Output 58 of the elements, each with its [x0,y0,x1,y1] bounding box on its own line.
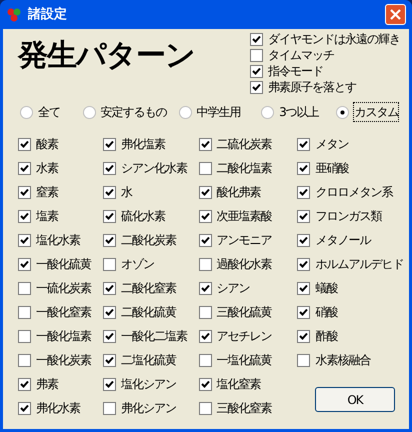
checkbox-label[interactable]: 水素核融合 [315,351,370,369]
checkbox-label[interactable]: 塩化シアン [120,375,176,393]
checkbox-label[interactable]: 弗素 [36,375,58,393]
checkbox-label[interactable]: 二硫化炭素 [216,135,272,153]
checkbox-label[interactable]: メタノール [315,231,370,249]
checkbox-label[interactable]: 酢酸 [315,327,338,345]
checkbox-label[interactable]: シアン化水素 [120,159,187,177]
checkbox-label[interactable]: オゾン [120,255,154,273]
checkbox-label[interactable]: 二酸化硫黄 [120,303,176,321]
checkbox-label[interactable]: 一酸化二塩素 [120,327,187,345]
checkbox-label[interactable]: ダイヤモンドは永遠の輝き [268,30,400,48]
checkbox-label[interactable]: 次亜塩素酸 [216,207,272,225]
heading: 発生パターン [18,37,196,75]
checkbox-label[interactable]: 一酸化硫黄 [36,255,91,273]
checkbox-label[interactable]: 蟻酸 [315,279,338,297]
checkbox-label[interactable]: 弗化水素 [36,399,80,417]
checkbox-label[interactable]: 一塩化硫黄 [216,351,272,369]
radio-label[interactable]: カスタム [354,103,398,121]
checkbox-label[interactable]: 塩素 [36,207,58,225]
checkbox-label[interactable]: 一酸化窒素 [36,303,91,321]
checkbox-label[interactable]: 弗素原子を落とす [268,78,356,96]
radio-label[interactable]: 中学生用 [196,103,241,121]
checkbox-label[interactable]: ホルムアルデヒド [315,255,404,273]
checkbox-label[interactable]: 二酸化塩素 [216,159,272,177]
checkbox-label[interactable]: 酸素 [36,135,58,153]
checkbox-label[interactable]: 弗化塩素 [120,135,165,153]
checkbox-label[interactable]: 塩化水素 [36,231,80,249]
checkbox-label[interactable]: 過酸化水素 [216,255,272,273]
radio-label[interactable]: 3つ以上 [279,103,319,121]
checkbox-label[interactable]: 弗化シアン [120,399,176,417]
checkbox-label[interactable]: 水 [120,183,132,201]
checkbox-label[interactable]: フロンガス類 [315,207,382,225]
checkbox-label[interactable]: アセチレン [216,327,272,345]
radio-label[interactable]: 全て [38,103,60,121]
ok-button[interactable]: OK [315,387,395,412]
radio-label[interactable]: 安定するもの [100,103,167,121]
checkbox-label[interactable]: 酸化弗素 [216,183,261,201]
checkbox-label[interactable]: 指令モード [268,62,323,80]
checkbox-label[interactable]: タイムマッチ [268,46,334,64]
checkbox-label[interactable]: 窒素 [36,183,58,201]
checkbox-label[interactable]: 一硫化炭素 [36,279,91,297]
checkbox-label[interactable]: 塩化窒素 [216,375,261,393]
checkbox-label[interactable]: 亜硝酸 [315,159,348,177]
checkbox-label[interactable]: 三酸化窒素 [216,399,272,417]
checkbox-label[interactable]: シアン [216,279,250,297]
checkbox-label[interactable]: アンモニア [216,231,272,249]
window-title: 諸設定 [28,6,68,24]
checkbox-label[interactable]: 二酸化窒素 [120,279,176,297]
checkbox-label[interactable]: クロロメタン系 [315,183,392,201]
checkbox-label[interactable]: 水素 [36,159,58,177]
checkbox-label[interactable]: 一酸化塩素 [36,327,91,345]
checkbox-label[interactable]: メタン [315,135,348,153]
checkbox-label[interactable]: 一酸化炭素 [36,351,91,369]
checkbox-label[interactable]: 二酸化炭素 [120,231,176,249]
checkbox-label[interactable]: 硫化水素 [120,207,165,225]
checkbox-label[interactable]: 二塩化硫黄 [120,351,176,369]
checkbox-label[interactable]: 硝酸 [315,303,338,321]
checkbox-label[interactable]: 三酸化硫黄 [216,303,272,321]
